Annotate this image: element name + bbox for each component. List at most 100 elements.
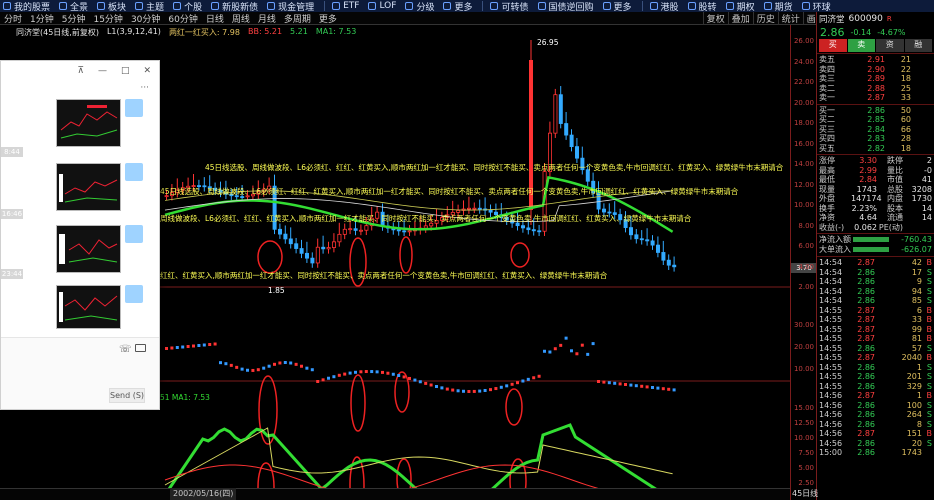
sub-indicator-dot: [203, 344, 206, 347]
book-price: 2.84: [851, 125, 885, 135]
margin-sell-button[interactable]: 融: [905, 39, 933, 52]
sub-indicator-dot: [343, 373, 346, 376]
sub-indicator-dot: [376, 370, 379, 373]
chart-low-label: 1.85: [268, 286, 285, 295]
period-tab[interactable]: 日线: [202, 12, 228, 25]
sell-button[interactable]: 卖: [848, 39, 876, 52]
sub-indicator-dot: [516, 381, 519, 384]
menu-item-13[interactable]: 更多: [600, 0, 638, 13]
candle-body: [305, 253, 308, 258]
sub-indicator-dot: [295, 363, 298, 366]
candle-body: [602, 209, 605, 212]
axis-tick-label: 8.00: [798, 222, 814, 230]
tick-direction: S: [922, 382, 932, 392]
chart-tool-button[interactable]: 统计: [778, 12, 803, 25]
stat-value: 3.30: [851, 156, 877, 166]
stat-key: 流通: [877, 213, 903, 223]
annotation-circle: [258, 241, 282, 273]
tick-list[interactable]: 14:54 2.87 42 B 14:54 2.86 17 S 14:54 2.86 9 S 14:54…: [817, 258, 934, 458]
phone-call-icon[interactable]: ☏: [119, 344, 132, 355]
video-call-icon[interactable]: [135, 344, 146, 352]
period-tab[interactable]: 5分钟: [58, 12, 90, 25]
book-row[interactable]: 买二 2.85 60: [817, 115, 934, 125]
chart-ma-params: L1(3,9,12,41): [107, 27, 161, 37]
book-row[interactable]: 卖二 2.88 25: [817, 84, 934, 94]
chat-timestamp: 8:44: [1, 147, 23, 157]
chat-image-message[interactable]: [56, 163, 121, 211]
sub-indicator-dot: [640, 385, 643, 388]
period-tab[interactable]: 分时: [0, 12, 26, 25]
user-avatar[interactable]: [125, 225, 143, 243]
sub-indicator-dot: [359, 370, 362, 373]
period-tab[interactable]: 60分钟: [164, 12, 201, 25]
book-row[interactable]: 卖五 2.91 21: [817, 55, 934, 65]
chat-input-area[interactable]: ☏ Send (S): [1, 337, 159, 409]
close-icon[interactable]: ✕: [143, 66, 151, 76]
global-icon: [802, 2, 810, 10]
tick-direction: S: [922, 410, 932, 420]
period-tab[interactable]: 15分钟: [89, 12, 126, 25]
book-row[interactable]: 卖一 2.87 33: [817, 93, 934, 103]
book-row[interactable]: 买五 2.82 18: [817, 144, 934, 154]
period-tab[interactable]: 30分钟: [127, 12, 164, 25]
tick-volume: 33: [875, 315, 922, 325]
period-tab[interactable]: 1分钟: [26, 12, 58, 25]
axis-tick-label: 15.00: [794, 404, 814, 412]
chat-image-message[interactable]: [56, 225, 121, 273]
tick-time: 14:55: [819, 363, 851, 373]
book-row[interactable]: 买四 2.83 28: [817, 134, 934, 144]
period-tab[interactable]: 更多: [315, 12, 341, 25]
period-tab[interactable]: 月线: [254, 12, 280, 25]
tick-price: 2.87: [851, 258, 875, 268]
chart-tool-button[interactable]: 复权: [703, 12, 728, 25]
menu-item-14[interactable]: 港股: [647, 0, 685, 13]
pin-icon[interactable]: ⊼: [77, 66, 84, 76]
annotation-circle: [400, 237, 412, 273]
chart-tool-button[interactable]: 历史: [753, 12, 778, 25]
candle-body: [311, 258, 314, 263]
sub-indicator-dot: [592, 342, 595, 345]
period-tab[interactable]: 周线: [228, 12, 254, 25]
stat-key: 内盘: [877, 194, 903, 204]
menu-item-10[interactable]: 更多: [440, 0, 478, 13]
chat-window[interactable]: ⊼ — □ ✕ ··· 8:44 16:46 23:44 ☏ Send (S): [0, 60, 160, 410]
more-options-icon[interactable]: ···: [140, 83, 149, 93]
book-row[interactable]: 买一 2.86 50: [817, 106, 934, 116]
book-price: 2.86: [851, 106, 885, 116]
send-button[interactable]: Send (S): [109, 388, 145, 403]
book-row[interactable]: 卖三 2.89 18: [817, 74, 934, 84]
tick-row: 14:56 2.86 264 S: [817, 410, 934, 420]
candle-body: [532, 230, 535, 231]
sub-indicator-dot: [473, 390, 476, 393]
menu-item-7[interactable]: ETF: [329, 1, 365, 11]
book-row[interactable]: 卖四 2.90 22: [817, 65, 934, 75]
margin-buy-button[interactable]: 资: [876, 39, 904, 52]
user-avatar[interactable]: [125, 99, 143, 117]
tick-row: 14:55 2.86 329 S: [817, 382, 934, 392]
menu-item-9[interactable]: 分级: [402, 0, 440, 13]
grade-icon: [405, 2, 413, 10]
lof-icon: [368, 2, 376, 10]
maximize-icon[interactable]: □: [121, 66, 130, 76]
user-avatar[interactable]: [125, 285, 143, 303]
chat-image-message[interactable]: [56, 285, 121, 329]
menu-item-8[interactable]: LOF: [365, 1, 402, 11]
period-tab[interactable]: 多周期: [280, 12, 315, 25]
minimize-icon[interactable]: —: [98, 66, 107, 76]
sub-indicator-dot: [230, 364, 233, 367]
quote-stock-code: 600090: [849, 14, 883, 24]
menu-item-11[interactable]: 可转债: [487, 0, 534, 13]
candle-body: [354, 229, 357, 231]
stat-row: 最低 2.84 市值 41: [817, 175, 934, 185]
chart-tool-button[interactable]: 叠加: [728, 12, 753, 25]
axis-tick-label: 4.00: [798, 263, 814, 271]
sub-indicator-dot: [165, 347, 168, 350]
book-price: 2.90: [851, 65, 885, 75]
period-tabs: 分时 1分钟 5分钟 15分钟 30分钟 60分钟 日线 周线 月线 多周期 更多: [0, 12, 341, 25]
buy-button[interactable]: 买: [819, 39, 847, 52]
menu-item-12[interactable]: 国债逆回购: [535, 0, 600, 13]
top-menu-bar: 我的股票 全景 板块 主题 个股 新股新债 现金管理 ETF LOF 分级 更多 可转债 国债逆回购 更多…: [0, 0, 934, 12]
user-avatar[interactable]: [125, 163, 143, 181]
book-row[interactable]: 买三 2.84 66: [817, 125, 934, 135]
chat-image-message[interactable]: [56, 99, 121, 147]
